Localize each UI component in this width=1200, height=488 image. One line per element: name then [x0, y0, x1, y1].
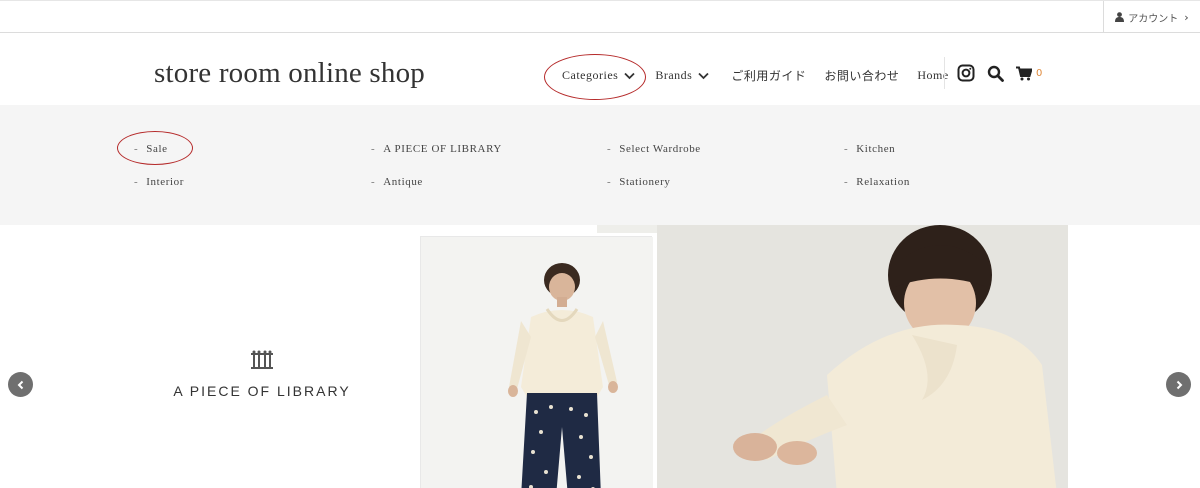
category-relaxation[interactable]: - Relaxation — [844, 176, 910, 188]
main-nav: Categories Brands ご利用ガイド お問い合わせ Home — [552, 67, 949, 84]
category-stationery[interactable]: - Stationery — [607, 176, 670, 188]
nav-contact[interactable]: お問い合わせ — [824, 67, 899, 84]
brand-block: A PIECE OF LIBRARY — [120, 350, 404, 399]
chevron-down-icon — [698, 72, 709, 79]
nav-contact-label: お問い合わせ — [824, 69, 900, 83]
search-icon[interactable] — [987, 65, 1004, 82]
category-interior[interactable]: - Interior — [134, 176, 184, 188]
hero-slider: A PIECE OF LIBRARY — [0, 225, 1200, 488]
cart-count: 0 — [1036, 67, 1043, 79]
category-a-piece-of-library[interactable]: -A PIECE OF LIBRARY — [371, 143, 502, 155]
account-label: アカウント — [1128, 13, 1179, 25]
user-icon — [1115, 12, 1125, 22]
brand-emblem-icon — [251, 350, 273, 369]
photo-frame-edge — [597, 225, 657, 233]
category-sale[interactable]: - Sale — [134, 143, 168, 155]
instagram-icon[interactable] — [957, 64, 975, 82]
nav-categories-label: Categories — [562, 68, 619, 82]
categories-dropdown: - Sale -A PIECE OF LIBRARY - Select Wardro… — [0, 105, 1200, 225]
hero-photo-standing-model — [420, 236, 653, 488]
brand-logo-text: A PIECE OF LIBRARY — [173, 383, 351, 399]
site-logo[interactable]: store room online shop — [154, 57, 425, 90]
nav-guide-label: ご利用ガイド — [731, 69, 807, 83]
nav-categories[interactable]: Categories — [562, 68, 635, 83]
category-kitchen[interactable]: - Kitchen — [844, 143, 895, 155]
next-arrow-icon — [1176, 380, 1182, 389]
category-antique[interactable]: - Antique — [371, 176, 423, 188]
nav-guide[interactable]: ご利用ガイド — [731, 67, 806, 84]
header-icons: 0 — [944, 57, 1042, 89]
account-link[interactable]: アカウント › — [1103, 1, 1200, 33]
slider-prev-button[interactable] — [8, 372, 33, 397]
chevron-down-icon — [624, 72, 635, 79]
nav-brands[interactable]: Brands — [655, 68, 709, 83]
site-header: store room online shop Categories Brands… — [0, 33, 1200, 105]
cart-button[interactable]: 0 — [1016, 66, 1042, 81]
nav-brands-label: Brands — [655, 68, 693, 82]
hero-photo-closeup-model — [657, 225, 1068, 488]
top-bar: アカウント › — [0, 0, 1200, 33]
prev-arrow-icon — [17, 380, 23, 389]
cart-icon — [1016, 66, 1032, 80]
slider-next-button[interactable] — [1166, 372, 1191, 397]
chevron-right-icon: › — [1184, 10, 1189, 24]
category-select-wardrobe[interactable]: - Select Wardrobe — [607, 143, 701, 155]
